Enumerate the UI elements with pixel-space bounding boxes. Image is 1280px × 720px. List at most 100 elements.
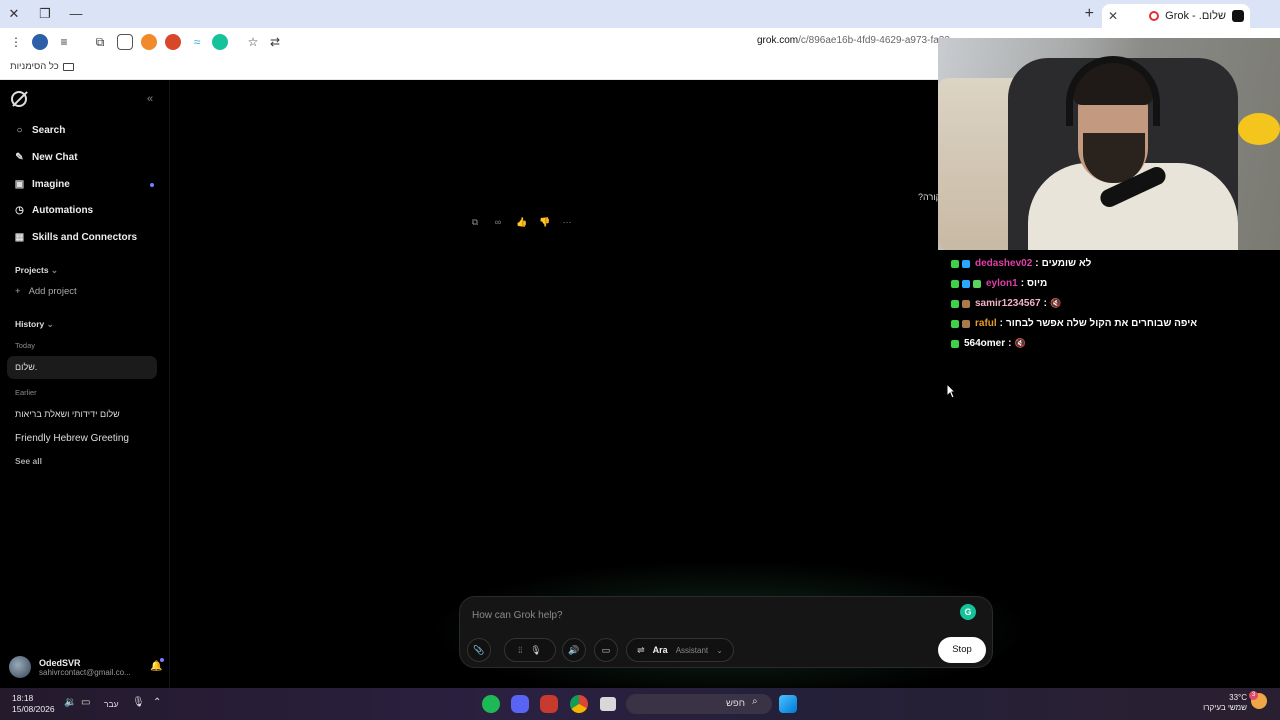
nav-search[interactable]: ○ Search: [14, 125, 65, 136]
history-item[interactable]: שלום ידידותי ושאלת בריאות: [15, 409, 120, 419]
speaker-button[interactable]: 🔊: [562, 638, 586, 662]
voice-mode-button[interactable]: ⦙⦙ 🎙: [504, 638, 556, 662]
search-icon: ○: [16, 125, 23, 136]
clock[interactable]: 18:18 15/08/2026: [12, 693, 55, 715]
chat-text: איפה שבוחרים את הקול שלה אפשר לבחור: [1006, 318, 1198, 329]
weather-badge: 3: [1249, 691, 1258, 700]
grok-favicon-icon: [1232, 10, 1244, 22]
gift-badge-icon: [973, 279, 981, 288]
file-explorer-icon[interactable]: [600, 697, 616, 711]
thumbs-up-icon[interactable]: 👍: [516, 217, 527, 227]
copy-icon[interactable]: ⧉: [470, 217, 480, 227]
extension-red-icon[interactable]: [165, 34, 181, 50]
close-window-icon[interactable]: ✕: [6, 6, 22, 22]
chat-separator: :: [999, 318, 1004, 329]
collapse-sidebar-icon[interactable]: «: [147, 93, 153, 105]
edit-icon: ✎: [15, 152, 24, 163]
screen-share-button[interactable]: ▭: [594, 638, 618, 662]
kick-badge-icon: [951, 339, 959, 348]
more-icon[interactable]: ⋯: [562, 217, 572, 227]
microphone-tray-icon[interactable]: 🎙: [132, 697, 145, 708]
pencil-badge-icon: [962, 299, 970, 308]
streaming-app-icon[interactable]: [540, 695, 558, 713]
discord-icon[interactable]: [511, 695, 529, 713]
projects-title: Projects: [15, 265, 49, 275]
avatar: [9, 656, 31, 678]
minimize-window-icon[interactable]: —: [68, 6, 84, 22]
monitor-icon: ▭: [601, 644, 611, 655]
cast-icon[interactable]: [117, 34, 133, 50]
weather-widget[interactable]: 33°C שמשי בעיקרו: [1201, 693, 1247, 713]
link-icon[interactable]: ∞: [493, 217, 503, 227]
clock-date: 15/08/2026: [12, 704, 55, 714]
nav-imagine[interactable]: ▣ Imagine: [14, 179, 70, 190]
windows-start-icon[interactable]: [779, 695, 797, 713]
folder-icon: [62, 62, 74, 71]
user-menu[interactable]: OdedSVR sahivrcontact@gmail.co...: [9, 656, 131, 678]
nav-skills-connectors[interactable]: ▦ Skills and Connectors: [14, 232, 137, 243]
menu-icon[interactable]: ⋮: [8, 34, 24, 50]
kick-badge-icon: [951, 299, 959, 308]
show-hidden-icons-icon[interactable]: ⌃: [153, 697, 161, 708]
add-project-button[interactable]: + Add project: [15, 286, 77, 297]
chat-separator: :: [1008, 338, 1012, 349]
chat-message: raful : איפה שבוחרים את הקול שלה אפשר לב…: [951, 318, 1197, 329]
nav-automations[interactable]: ◷ Automations: [14, 205, 93, 216]
stop-button[interactable]: Stop: [938, 637, 986, 663]
voice-select[interactable]: ⇌ Ara Assistant ⌄: [626, 638, 734, 662]
composer-input[interactable]: How can Grok help?: [472, 610, 563, 621]
subscriber-badge-icon: [962, 279, 970, 288]
sliders-icon: ⇌: [637, 644, 645, 655]
chat-username: samir1234567: [975, 298, 1041, 309]
bell-icon[interactable]: 🔔: [150, 661, 162, 672]
chat-username: dedashev02: [975, 258, 1033, 269]
site-settings-icon[interactable]: ⇄: [267, 34, 283, 50]
restore-window-icon[interactable]: ❐: [37, 6, 53, 22]
plus-icon: +: [15, 286, 21, 297]
extensions-icon[interactable]: ⧉: [92, 34, 108, 50]
microphone-icon: 🎙: [530, 644, 542, 655]
nav-automations-label: Automations: [32, 205, 94, 216]
grammarly-icon[interactable]: G: [960, 604, 976, 620]
attach-button[interactable]: 📎: [467, 638, 491, 662]
grok-logo-icon[interactable]: [11, 91, 27, 107]
bookmark-star-icon[interactable]: ☆: [245, 34, 261, 50]
nav-new-chat-label: New Chat: [32, 152, 78, 163]
grammarly-extension-icon[interactable]: [212, 34, 228, 50]
see-all-link[interactable]: See all: [15, 456, 42, 466]
history-item[interactable]: Friendly Hebrew Greeting: [15, 433, 129, 444]
kick-badge-icon: [951, 319, 959, 328]
recording-icon: [1149, 11, 1160, 21]
chrome-icon[interactable]: [570, 695, 588, 713]
url-text[interactable]: grok.com/c/896ae16b-4fd9-4629-a973-fa23: [757, 35, 950, 46]
chat-separator: :: [1043, 298, 1047, 309]
taskbar-search[interactable]: [626, 694, 772, 714]
thumbs-down-icon[interactable]: 👎: [539, 217, 550, 227]
language-indicator[interactable]: עבר: [104, 699, 119, 709]
all-bookmarks-button[interactable]: כל הסימניות: [10, 61, 74, 72]
projects-section-toggle[interactable]: Projects ⌄: [15, 265, 58, 276]
nav-new-chat[interactable]: ✎ New Chat: [14, 152, 78, 163]
spotify-icon[interactable]: [482, 695, 500, 713]
history-section-toggle[interactable]: History ⌄: [15, 319, 54, 330]
browser-tab-grok[interactable]: שלום. - Grok ✕: [1102, 4, 1250, 28]
volume-icon[interactable]: 🔉: [64, 697, 76, 708]
taskbar-search-text: חפש: [726, 698, 745, 709]
kick-badge-icon: [951, 259, 959, 268]
network-icon[interactable]: ▭: [81, 697, 90, 708]
profile-icon[interactable]: [32, 34, 48, 50]
message-actions: ⧉ ∞ 👍 👎 ⋯: [470, 217, 572, 227]
url-path: /c/896ae16b-4fd9-4629-a973-fa23: [798, 35, 950, 46]
nav-skills-label: Skills and Connectors: [32, 232, 138, 243]
today-label: Today: [15, 341, 36, 350]
history-item[interactable]: שלום.: [15, 362, 37, 372]
extension-orange-icon[interactable]: [141, 34, 157, 50]
reading-list-icon[interactable]: ≡: [56, 34, 72, 50]
extension-blue-icon[interactable]: ≈: [189, 34, 205, 50]
user-email: sahivrcontact@gmail.co...: [39, 667, 131, 677]
mouse-cursor-icon: [946, 383, 956, 399]
close-tab-icon[interactable]: ✕: [1108, 9, 1118, 23]
address-bar[interactable]: [240, 3, 940, 25]
new-tab-icon[interactable]: +: [1085, 6, 1094, 22]
chevron-down-icon: ⌄: [716, 645, 723, 655]
